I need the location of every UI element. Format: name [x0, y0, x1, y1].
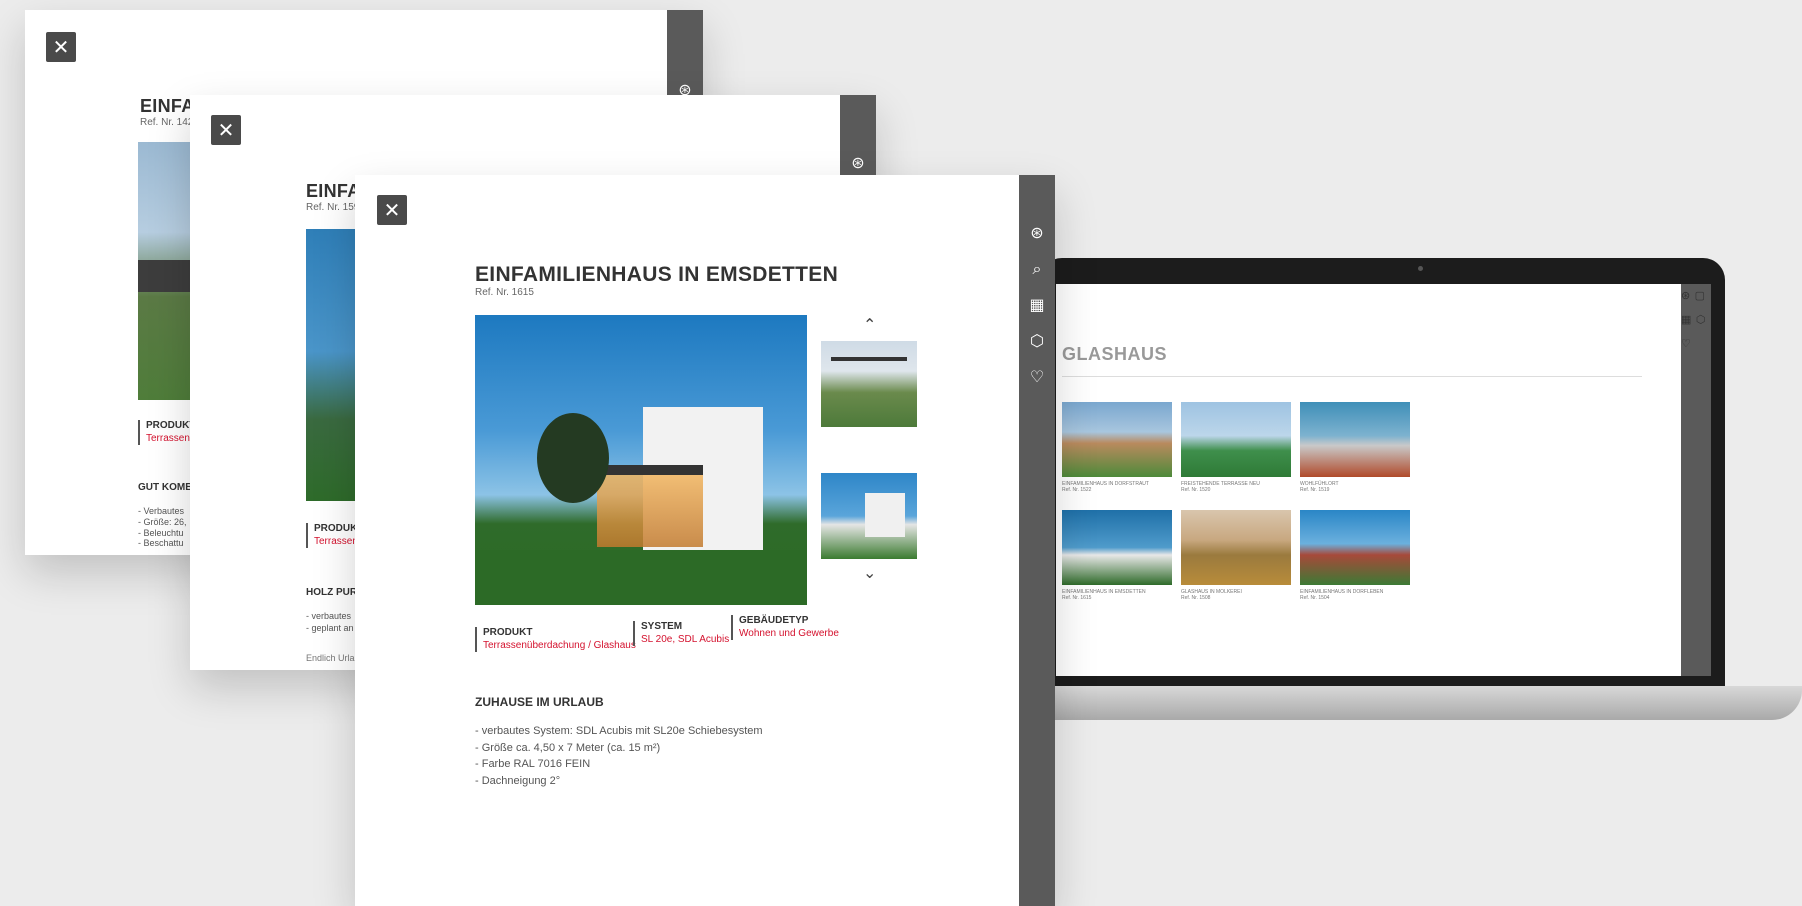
- laptop-camera: [1418, 266, 1423, 271]
- section-heading: HOLZ PUR: [306, 587, 358, 598]
- close-icon: ✕: [217, 118, 235, 142]
- laptop-base: [1000, 686, 1802, 720]
- mockup-scene: ✕ EINFA Ref. Nr. 1429 PRODUKT Terrassenü…: [0, 0, 1802, 906]
- meta-product: PRODUKT Terrassenüberdachung / Glashaus: [475, 627, 636, 652]
- search-icon[interactable]: ⌕: [1019, 251, 1055, 287]
- building-icon[interactable]: ▦: [1681, 314, 1691, 326]
- section-heading: ZUHAUSE IM URLAUB: [475, 695, 604, 709]
- feature-list: - verbautes - geplant an: [306, 611, 354, 633]
- logo-icon[interactable]: ⊛: [1019, 215, 1055, 251]
- project-photo: [138, 142, 198, 400]
- footer-text: Endlich Urlau: [306, 653, 360, 663]
- building-icon[interactable]: ▦: [1019, 287, 1055, 323]
- heart-icon[interactable]: ♡: [1019, 359, 1055, 395]
- lawn: [475, 550, 807, 605]
- gallery-down-arrow[interactable]: ⌄: [863, 563, 876, 582]
- ref-number: Ref. Nr. 1615: [475, 287, 534, 298]
- project-tile[interactable]: FREISTEHENDE TERRASSE NEU Ref. Nr. 1520: [1181, 402, 1291, 493]
- main-project-photo[interactable]: [475, 315, 807, 605]
- meta-system: SYSTEM SL 20e, SDL Acubis: [633, 621, 729, 646]
- page-title: EINFA: [306, 181, 361, 201]
- gallery-thumb[interactable]: [821, 473, 917, 559]
- grid-icon[interactable]: ▢: [1695, 290, 1705, 302]
- page-title: EINFAMILIENHAUS IN EMSDETTEN: [475, 263, 839, 286]
- close-button[interactable]: ✕: [211, 115, 241, 145]
- side-rail: ⊛ ⌕ ▦ ⬡ ♡: [1019, 175, 1055, 906]
- close-icon: ✕: [52, 35, 70, 59]
- title-rule: [1062, 376, 1642, 377]
- close-icon: ✕: [383, 198, 401, 222]
- project-photo: [306, 229, 358, 501]
- project-tile[interactable]: EINFAMILIENHAUS IN DORFSTRAUT Ref. Nr. 1…: [1062, 402, 1172, 493]
- tile-photo: [1062, 402, 1172, 477]
- front-project-card: ✕ EINFAMILIENHAUS IN EMSDETTEN Ref. Nr. …: [355, 175, 1055, 906]
- cube-icon[interactable]: ⬡: [1696, 314, 1706, 326]
- terrace-glow: [597, 475, 703, 547]
- thumb-frame: [831, 357, 907, 361]
- page-title: EINFA: [140, 96, 195, 116]
- tile-photo: [1181, 402, 1291, 477]
- tile-photo: [1181, 510, 1291, 585]
- gallery-up-arrow[interactable]: ⌃: [863, 315, 876, 334]
- project-tile[interactable]: WOHLFÜHLORT Ref. Nr. 1519: [1300, 402, 1410, 493]
- cube-icon[interactable]: ⬡: [1019, 323, 1055, 359]
- tile-photo: [1062, 510, 1172, 585]
- section-heading: GUT KOMB: [138, 482, 193, 493]
- project-tile[interactable]: EINFAMILIENHAUS IN EMSDETTEN Ref. Nr. 16…: [1062, 510, 1172, 601]
- tile-photo: [1300, 510, 1410, 585]
- tree: [537, 413, 609, 503]
- laptop-screen: GLASHAUS EINFAMILIENHAUS IN DORFSTRAUT R…: [1056, 284, 1711, 676]
- feature-item: - Farbe RAL 7016 FEIN: [475, 758, 591, 770]
- logo-icon[interactable]: ⊛: [1681, 290, 1690, 302]
- feature-list: - verbautes System: SDL Acubis mit SL20e…: [475, 723, 763, 789]
- pergola: [593, 465, 703, 475]
- feature-item: - Dachneigung 2°: [475, 774, 561, 787]
- gallery-thumb[interactable]: [821, 341, 917, 427]
- laptop-mockup: GLASHAUS EINFAMILIENHAUS IN DORFSTRAUT R…: [1000, 258, 1802, 738]
- meta-building-type: GEBÄUDETYP Wohnen und Gewerbe: [731, 615, 839, 640]
- feature-item: - Größe ca. 4,50 x 7 Meter (ca. 15 m²): [475, 741, 661, 754]
- close-button[interactable]: ✕: [46, 32, 76, 62]
- tile-photo: [1300, 402, 1410, 477]
- laptop-side-rail: ⊛ ▢ ▦ ⬡ ♡: [1681, 284, 1711, 676]
- close-button[interactable]: ✕: [377, 195, 407, 225]
- heart-icon[interactable]: ♡: [1681, 338, 1691, 350]
- feature-item: - verbautes System: SDL Acubis mit SL20e…: [475, 725, 763, 737]
- project-tile[interactable]: EINFAMILIENHAUS IN DORFLEBEN Ref. Nr. 15…: [1300, 510, 1410, 601]
- feature-list: - Verbautes - Größe: 26, - Beleuchtu - B…: [138, 506, 187, 549]
- thumb-house: [865, 493, 905, 537]
- laptop-page-title: GLASHAUS: [1062, 344, 1168, 364]
- project-tile[interactable]: GLASHAUS IN MOLKEREI Ref. Nr. 1508: [1181, 510, 1291, 601]
